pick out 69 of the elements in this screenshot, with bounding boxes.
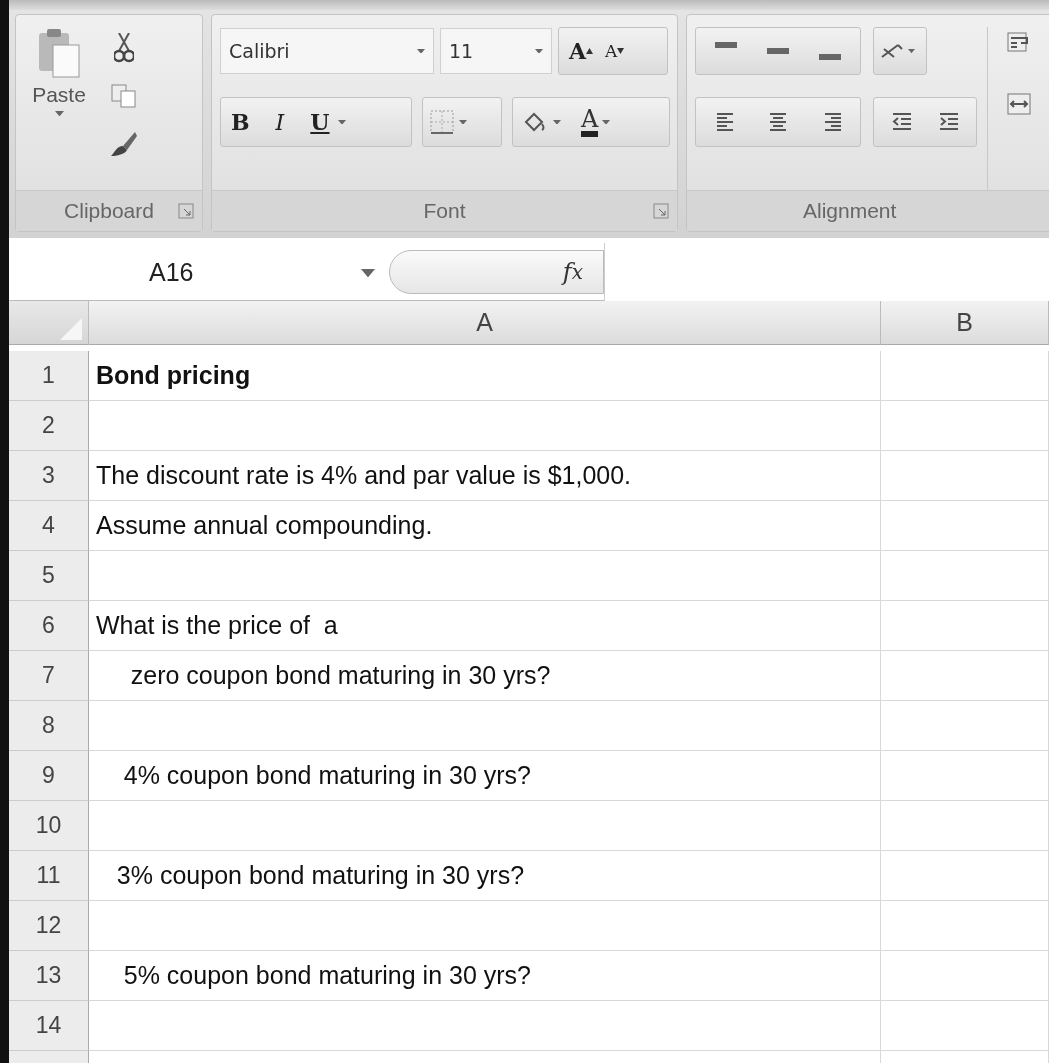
align-center-icon	[767, 111, 789, 133]
caret-icon	[337, 119, 346, 125]
slanted-text-icon	[880, 41, 904, 61]
caret-icon	[361, 268, 375, 277]
row-header[interactable]: 1	[9, 351, 89, 401]
grow-font-button[interactable]: A	[565, 38, 598, 64]
caret-icon	[535, 48, 543, 54]
borders-icon	[429, 109, 455, 135]
caret-icon	[602, 119, 611, 125]
row-header[interactable]: 7	[9, 651, 89, 701]
caret-icon	[417, 48, 425, 54]
caret-icon	[459, 119, 467, 125]
column-header[interactable]: B	[881, 301, 1049, 345]
row-header[interactable]: 13	[9, 951, 89, 1001]
row-header[interactable]: 11	[9, 851, 89, 901]
merge-button[interactable]	[1004, 93, 1034, 115]
row-header[interactable]: 14	[9, 1001, 89, 1051]
font-size-field[interactable]: 11	[440, 28, 552, 74]
top-align-icon	[715, 42, 737, 48]
group-label: Clipboard	[64, 199, 154, 223]
italic-button[interactable]: I	[271, 109, 289, 135]
font-color-button[interactable]: A	[581, 107, 599, 137]
caret-icon	[553, 119, 561, 125]
table-cell: 3% coupon bond maturing in 30 yrs?	[89, 851, 881, 901]
brush-icon	[111, 130, 137, 158]
row-header[interactable]: 5	[9, 551, 89, 601]
clipboard-icon	[37, 27, 81, 79]
paint-bucket-icon	[522, 110, 546, 134]
indent-icon	[890, 111, 913, 133]
group-label: Font	[423, 199, 466, 223]
table-cell: Assume annual compounding.	[89, 501, 881, 551]
table-cell: 5% coupon bond maturing in 30 yrs?	[89, 951, 881, 1001]
row-header[interactable]: 12	[9, 901, 89, 951]
bottom-align-icon	[819, 54, 841, 60]
table-cell: zero coupon bond maturing in 30 yrs?	[89, 651, 881, 701]
row-header[interactable]: 9	[9, 751, 89, 801]
indent-icon	[937, 111, 960, 133]
caret-down-icon	[617, 48, 625, 54]
caret-icon	[54, 111, 64, 117]
table-cell: 4% coupon bond maturing in 30 yrs?	[89, 751, 881, 801]
formula-field[interactable]	[604, 243, 1049, 301]
bold-button[interactable]: B	[227, 109, 254, 135]
font-name-field[interactable]: Calibri	[220, 28, 434, 74]
row-header[interactable]: 10	[9, 801, 89, 851]
table-cell: Bond pricing	[89, 351, 881, 401]
scissors-icon	[114, 33, 134, 63]
row-header[interactable]: 2	[9, 401, 89, 451]
caret-up-icon	[586, 48, 594, 54]
launcher-icon[interactable]	[653, 203, 669, 219]
middle-align-icon	[767, 48, 789, 54]
group-label: Alignment	[803, 199, 897, 223]
paste-button[interactable]: Paste	[24, 27, 94, 190]
orientation-button[interactable]	[873, 27, 927, 75]
wrap-text-icon	[1007, 31, 1031, 53]
row-header[interactable]: 6	[9, 601, 89, 651]
underline-button[interactable]: U	[306, 109, 334, 135]
launcher-icon[interactable]	[178, 203, 194, 219]
row-header[interactable]: 8	[9, 701, 89, 751]
table-cell: What is the price of a	[89, 601, 881, 651]
name-box[interactable]: A16	[9, 244, 379, 300]
row-header[interactable]: 3	[9, 451, 89, 501]
shrink-font-button[interactable]: A	[601, 41, 629, 61]
triangle-icon	[60, 318, 82, 340]
caret-icon	[908, 48, 915, 54]
table-cell: The discount rate is 4% and par value is $1,000.	[89, 451, 881, 501]
row-header[interactable]: 4	[9, 501, 89, 551]
copy-icon	[111, 84, 137, 108]
merge-cells-icon	[1007, 93, 1031, 115]
column-header[interactable]: A	[89, 301, 881, 345]
